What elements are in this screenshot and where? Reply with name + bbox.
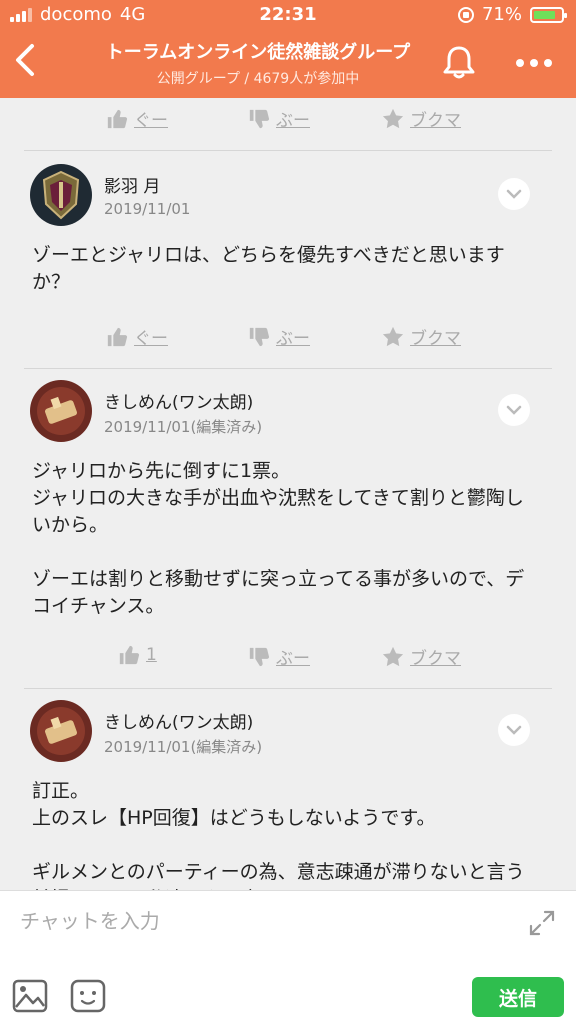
good-label: ぐー — [134, 329, 168, 349]
thumbs-down-icon — [249, 327, 270, 346]
good-label: ぐー — [134, 111, 168, 131]
post-date: 2019/11/01 — [104, 200, 191, 218]
bookmark-button[interactable]: ブクマ — [382, 106, 461, 131]
post-actions: ぐー ぶー ブクマ — [0, 106, 576, 142]
avatar[interactable] — [30, 700, 92, 762]
battery-icon — [530, 6, 567, 23]
divider — [24, 150, 552, 151]
send-button[interactable]: 送信 — [472, 977, 564, 1017]
message-feed: ぐー ぶー ブクマ 影羽 月 2019/11/01 ゾーエとジャリロは、どちらを… — [0, 98, 576, 890]
status-bar: docomo 4G 22:31 71% — [0, 0, 576, 30]
chevron-left-icon — [16, 44, 34, 76]
boo-label: ぶー — [276, 649, 310, 669]
top-bar: docomo 4G 22:31 71% トーラムオンライン徒然雑談グループ 公開… — [0, 0, 576, 98]
post-actions: ぐー ぶー ブクマ — [0, 324, 576, 360]
group-title: トーラムオンライン徒然雑談グループ — [105, 42, 411, 63]
boo-button[interactable]: ぶー — [248, 106, 310, 131]
post-menu-button[interactable] — [498, 178, 530, 210]
more-button[interactable] — [514, 48, 554, 78]
post-body: 訂正。 上のスレ【HP回復】はどうもしないようです。 ギルメンとのパーティーの為… — [32, 778, 536, 890]
post-date: 2019/11/01(編集済み) — [104, 418, 263, 436]
star-icon — [382, 108, 404, 128]
post-header: 影羽 月 2019/11/01 — [0, 164, 576, 226]
scroll-emblem-icon — [30, 380, 92, 442]
boo-label: ぶー — [276, 111, 310, 131]
bookmark-label: ブクマ — [410, 111, 461, 131]
boo-button[interactable]: ぶー — [248, 644, 310, 669]
author-name: きしめん(ワン太朗) — [104, 393, 254, 413]
battery-percent: 71% — [481, 4, 522, 25]
thumbs-up-icon — [119, 645, 140, 665]
expand-button[interactable] — [528, 909, 556, 937]
post-text: 訂正。 上のスレ【HP回復】はどうもしないようです。 ギルメンとのパーティーの為… — [32, 780, 525, 890]
group-subtitle: 公開グループ / 4679人が参加中 — [156, 71, 360, 87]
bookmark-button[interactable]: ブクマ — [382, 324, 461, 349]
star-icon — [382, 646, 404, 666]
thumbs-down-icon — [249, 109, 270, 128]
expand-icon — [529, 910, 555, 936]
emoji-icon — [70, 979, 106, 1013]
star-icon — [382, 326, 404, 346]
bell-button[interactable] — [442, 44, 476, 80]
header-titles: トーラムオンライン徒然雑談グループ 公開グループ / 4679人が参加中 — [60, 38, 456, 88]
scroll-emblem-icon — [30, 700, 92, 762]
thumbs-up-icon — [107, 109, 128, 128]
post-body: ジャリロから先に倒すに1票。 ジャリロの大きな手が出血や沈黙をしてきて割りと鬱陶… — [32, 458, 536, 620]
bell-icon — [443, 46, 475, 79]
avatar[interactable] — [30, 164, 92, 226]
divider — [24, 688, 552, 689]
boo-button[interactable]: ぶー — [248, 324, 310, 349]
good-button[interactable]: ぐー — [106, 106, 168, 131]
post-date: 2019/11/01(編集済み) — [104, 738, 263, 756]
bookmark-button[interactable]: ブクマ — [382, 644, 461, 669]
chevron-down-icon — [506, 405, 522, 415]
post-header: きしめん(ワン太朗) 2019/11/01(編集済み) — [0, 700, 576, 762]
good-button[interactable]: 1 — [118, 644, 157, 666]
post-menu-button[interactable] — [498, 394, 530, 426]
author-name: きしめん(ワン太朗) — [104, 713, 254, 733]
chat-input-bar: チャットを入力 送信 — [0, 890, 576, 1024]
shield-emblem-icon — [30, 164, 92, 226]
post-text: ゾーエとジャリロは、どちらを優先すべきだと思いますか？ — [32, 244, 505, 293]
post-header: きしめん(ワン太朗) 2019/11/01(編集済み) — [0, 380, 576, 442]
author-name: 影羽 月 — [104, 177, 161, 197]
post-body: ゾーエとジャリロは、どちらを優先すべきだと思いますか？ — [32, 242, 536, 296]
rotation-lock-icon — [457, 6, 474, 23]
thumbs-down-icon — [249, 647, 270, 666]
good-button[interactable]: ぐー — [106, 324, 168, 349]
chevron-down-icon — [506, 189, 522, 199]
avatar[interactable] — [30, 380, 92, 442]
bookmark-label: ブクマ — [410, 329, 461, 349]
chevron-down-icon — [506, 725, 522, 735]
good-count: 1 — [146, 645, 157, 665]
header: トーラムオンライン徒然雑談グループ 公開グループ / 4679人が参加中 — [0, 30, 576, 98]
post-actions: 1 ぶー ブクマ — [0, 644, 576, 680]
back-button[interactable] — [10, 40, 40, 80]
image-button[interactable] — [12, 979, 48, 1013]
post-text: ジャリロから先に倒すに1票。 ジャリロの大きな手が出血や沈黙をしてきて割りと鬱陶… — [32, 460, 525, 617]
sticker-button[interactable] — [70, 979, 106, 1013]
bookmark-label: ブクマ — [410, 649, 461, 669]
thumbs-up-icon — [107, 327, 128, 346]
boo-label: ぶー — [276, 329, 310, 349]
chat-input[interactable]: チャットを入力 — [20, 905, 160, 934]
divider — [24, 368, 552, 369]
post-menu-button[interactable] — [498, 714, 530, 746]
image-icon — [12, 979, 48, 1013]
